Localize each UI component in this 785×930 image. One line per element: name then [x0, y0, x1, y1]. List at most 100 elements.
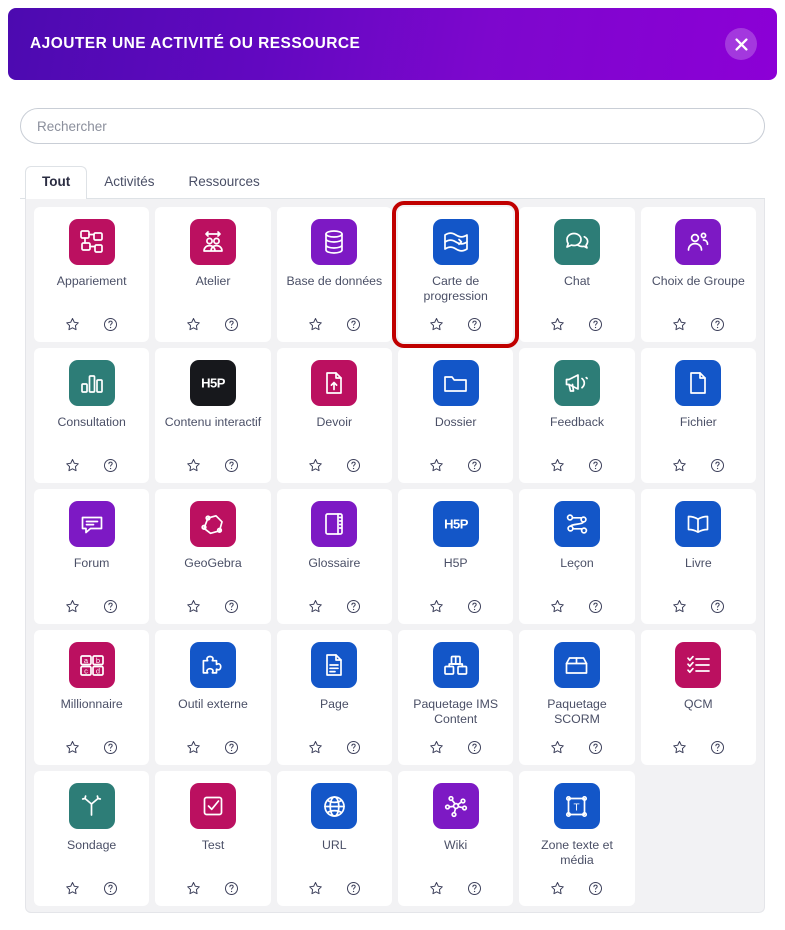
activity-card[interactable]: H5P H5P [398, 489, 514, 624]
activity-card[interactable]: Livre [640, 489, 756, 624]
activity-card[interactable]: Devoir [276, 348, 392, 483]
star-icon[interactable] [550, 739, 566, 755]
activity-card[interactable]: GeoGebra [155, 489, 271, 624]
help-circle-icon[interactable] [224, 739, 240, 755]
help-circle-icon[interactable] [103, 739, 119, 755]
star-icon[interactable] [550, 457, 566, 473]
help-circle-icon[interactable] [103, 457, 119, 473]
activity-card[interactable]: Choix de Groupe [640, 207, 756, 342]
star-icon[interactable] [65, 457, 81, 473]
help-circle-icon[interactable] [345, 457, 361, 473]
activity-card[interactable]: Wiki [398, 771, 514, 906]
activity-card-label: Dossier [434, 415, 477, 429]
star-icon[interactable] [307, 598, 323, 614]
star-icon[interactable] [429, 598, 445, 614]
star-icon[interactable] [550, 880, 566, 896]
activity-card-actions [307, 452, 361, 473]
activity-card[interactable]: Fichier [640, 348, 756, 483]
help-circle-icon[interactable] [103, 598, 119, 614]
help-circle-icon[interactable] [224, 598, 240, 614]
star-icon[interactable] [671, 598, 687, 614]
star-icon[interactable] [671, 316, 687, 332]
chat-bubbles-icon [553, 219, 600, 265]
help-circle-icon[interactable] [467, 598, 483, 614]
activity-card[interactable]: Atelier [155, 207, 271, 342]
help-circle-icon[interactable] [103, 316, 119, 332]
activity-card[interactable]: QCM [640, 630, 756, 765]
help-circle-icon[interactable] [345, 739, 361, 755]
help-circle-icon[interactable] [467, 880, 483, 896]
star-icon[interactable] [429, 739, 445, 755]
help-circle-icon[interactable] [224, 880, 240, 896]
help-circle-icon[interactable] [345, 880, 361, 896]
help-circle-icon[interactable] [345, 316, 361, 332]
help-circle-icon[interactable] [588, 880, 604, 896]
activity-card[interactable]: Sondage [34, 771, 150, 906]
activity-card[interactable]: H5P Contenu interactif [155, 348, 271, 483]
tab-ressources[interactable]: Ressources [172, 166, 277, 199]
activity-card[interactable]: T Zone texte et média [519, 771, 635, 906]
help-circle-icon[interactable] [588, 316, 604, 332]
activity-card[interactable]: URL [276, 771, 392, 906]
help-circle-icon[interactable] [224, 457, 240, 473]
activity-card[interactable]: Consultation [34, 348, 150, 483]
help-circle-icon[interactable] [709, 598, 725, 614]
help-circle-icon[interactable] [588, 598, 604, 614]
help-circle-icon[interactable] [467, 457, 483, 473]
tab-tout[interactable]: Tout [25, 166, 88, 199]
activity-card[interactable]: Test [155, 771, 271, 906]
activity-card[interactable]: Dossier [398, 348, 514, 483]
tab-activits[interactable]: Activités [87, 166, 171, 199]
activity-card[interactable]: Glossaire [276, 489, 392, 624]
star-icon[interactable] [550, 316, 566, 332]
activity-card[interactable]: Carte de progression [391, 201, 520, 348]
activity-card[interactable]: Base de données [276, 207, 392, 342]
star-icon[interactable] [671, 739, 687, 755]
star-icon[interactable] [65, 316, 81, 332]
close-button[interactable] [725, 28, 757, 60]
search-input[interactable] [20, 108, 765, 144]
star-icon[interactable] [65, 598, 81, 614]
activity-card[interactable]: Feedback [519, 348, 635, 483]
activity-card[interactable]: Paquetage IMS Content [398, 630, 514, 765]
star-icon[interactable] [550, 598, 566, 614]
star-icon[interactable] [186, 457, 202, 473]
star-icon[interactable] [429, 316, 445, 332]
activity-card[interactable]: Page [276, 630, 392, 765]
activity-card-label: Millionnaire [60, 697, 123, 711]
star-icon[interactable] [65, 739, 81, 755]
star-icon[interactable] [307, 316, 323, 332]
star-icon[interactable] [429, 457, 445, 473]
help-circle-icon[interactable] [588, 457, 604, 473]
activity-card[interactable]: Appariement [34, 207, 150, 342]
activity-card[interactable]: Leçon [519, 489, 635, 624]
star-icon[interactable] [307, 457, 323, 473]
help-circle-icon[interactable] [345, 598, 361, 614]
help-circle-icon[interactable] [467, 739, 483, 755]
help-circle-icon[interactable] [224, 316, 240, 332]
activity-card[interactable]: Outil externe [155, 630, 271, 765]
star-icon[interactable] [186, 739, 202, 755]
activity-card[interactable]: Chat [519, 207, 635, 342]
file-upload-icon [311, 360, 358, 406]
star-icon[interactable] [307, 880, 323, 896]
activity-card-label: Wiki [444, 838, 468, 852]
help-circle-icon[interactable] [103, 880, 119, 896]
star-icon[interactable] [65, 880, 81, 896]
help-circle-icon[interactable] [709, 316, 725, 332]
star-icon[interactable] [307, 739, 323, 755]
help-circle-icon[interactable] [588, 739, 604, 755]
star-icon[interactable] [671, 457, 687, 473]
activity-card-actions [307, 875, 361, 896]
star-icon[interactable] [186, 316, 202, 332]
help-circle-icon[interactable] [709, 457, 725, 473]
star-icon[interactable] [186, 880, 202, 896]
activity-card[interactable]: a b c d Millionnaire [34, 630, 150, 765]
star-icon[interactable] [429, 880, 445, 896]
open-book-icon [675, 501, 722, 547]
activity-card[interactable]: Paquetage SCORM [519, 630, 635, 765]
help-circle-icon[interactable] [709, 739, 725, 755]
star-icon[interactable] [186, 598, 202, 614]
help-circle-icon[interactable] [467, 316, 483, 332]
activity-card[interactable]: Forum [34, 489, 150, 624]
